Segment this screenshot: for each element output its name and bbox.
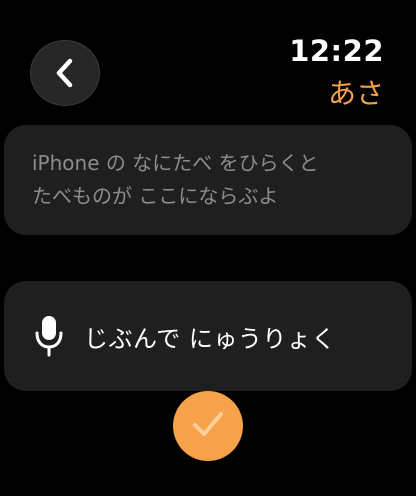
back-button[interactable]	[30, 40, 100, 106]
clock-time: 12:22	[289, 34, 384, 68]
dictate-label: じぶんで にゅうりょく	[84, 324, 336, 353]
page-title: あさ	[327, 77, 384, 110]
microphone-icon	[34, 314, 64, 358]
info-text: iPhone の なにたべ をひらくと たべものが ここにならぶよ	[32, 151, 319, 208]
done-button[interactable]	[173, 391, 243, 461]
checkmark-icon	[192, 410, 224, 442]
dictate-input-button[interactable]: じぶんで にゅうりょく	[4, 281, 412, 391]
chevron-left-icon	[54, 57, 76, 89]
info-card: iPhone の なにたべ をひらくと たべものが ここにならぶよ	[4, 125, 412, 235]
